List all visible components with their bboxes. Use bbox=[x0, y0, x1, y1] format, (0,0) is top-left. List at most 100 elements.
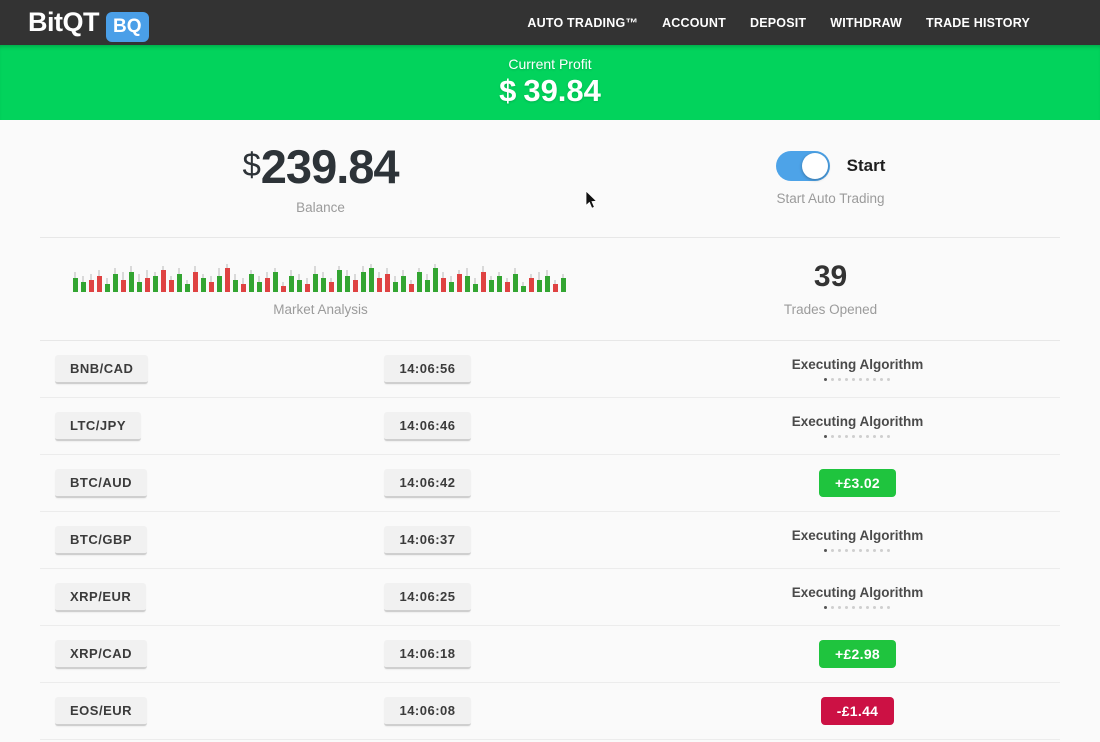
auto-trading-label: Start Auto Trading bbox=[776, 191, 884, 206]
candle bbox=[105, 278, 110, 292]
candle bbox=[417, 268, 422, 292]
candle bbox=[553, 280, 558, 292]
candle bbox=[521, 282, 526, 292]
auto-trading-toggle[interactable] bbox=[776, 151, 830, 181]
candle bbox=[473, 278, 478, 292]
candle bbox=[353, 274, 358, 292]
candle bbox=[241, 278, 246, 292]
trade-result-badge: +£3.02 bbox=[819, 469, 896, 497]
trades-opened-label: Trades Opened bbox=[784, 302, 877, 317]
balance-value: $ 239.84 bbox=[242, 143, 398, 190]
balance-section: $ 239.84 Balance bbox=[40, 120, 601, 237]
candle bbox=[489, 276, 494, 292]
trade-row: LTC/JPY 14:06:46 Executing Algorithm bbox=[40, 398, 1060, 455]
candle bbox=[345, 270, 350, 292]
nav-account[interactable]: ACCOUNT bbox=[662, 16, 726, 30]
executing-status: Executing Algorithm bbox=[792, 528, 924, 552]
candle bbox=[337, 266, 342, 292]
app-logo[interactable]: BitQT BQ bbox=[28, 7, 149, 38]
trade-time-chip: 14:06:25 bbox=[384, 583, 470, 612]
trades-opened-count: 39 bbox=[814, 262, 847, 292]
executing-label: Executing Algorithm bbox=[792, 585, 924, 600]
candle bbox=[449, 276, 454, 292]
candle bbox=[233, 274, 238, 292]
candle bbox=[185, 280, 190, 292]
candle bbox=[249, 270, 254, 292]
market-and-trades-row: Market Analysis 39 Trades Opened bbox=[40, 238, 1060, 341]
candle bbox=[329, 278, 334, 292]
main-nav: AUTO TRADING™ ACCOUNT DEPOSIT WITHDRAW T… bbox=[527, 16, 1030, 30]
candle bbox=[121, 272, 126, 292]
candle bbox=[385, 268, 390, 292]
candle bbox=[153, 272, 158, 292]
candle bbox=[481, 266, 486, 292]
candle bbox=[257, 276, 262, 292]
nav-deposit[interactable]: DEPOSIT bbox=[750, 16, 806, 30]
candle bbox=[113, 268, 118, 292]
current-profit-label: Current Profit bbox=[508, 56, 591, 72]
main-content: $ 239.84 Balance Start Start Auto Tradin… bbox=[0, 120, 1100, 740]
candle bbox=[545, 270, 550, 292]
trade-time-chip: 14:06:42 bbox=[384, 469, 470, 498]
balance-and-toggle-row: $ 239.84 Balance Start Start Auto Tradin… bbox=[40, 120, 1060, 238]
logo-badge-icon: BQ bbox=[106, 12, 149, 42]
candle bbox=[89, 274, 94, 292]
candle bbox=[217, 268, 222, 292]
loader-dots bbox=[792, 435, 924, 438]
candle bbox=[561, 274, 566, 292]
candle bbox=[409, 280, 414, 292]
candle bbox=[225, 264, 230, 292]
loader-dots bbox=[792, 606, 924, 609]
nav-auto-trading[interactable]: AUTO TRADING™ bbox=[527, 16, 638, 30]
currency-pair-chip: BTC/GBP bbox=[55, 526, 147, 555]
executing-label: Executing Algorithm bbox=[792, 528, 924, 543]
candle bbox=[321, 272, 326, 292]
nav-withdraw[interactable]: WITHDRAW bbox=[830, 16, 902, 30]
candle bbox=[81, 276, 86, 292]
candlestick-chart bbox=[73, 262, 569, 292]
candle bbox=[97, 270, 102, 292]
candle bbox=[377, 272, 382, 292]
candle bbox=[433, 264, 438, 292]
balance-amount: 239.84 bbox=[261, 143, 399, 190]
candle bbox=[529, 274, 534, 292]
nav-trade-history[interactable]: TRADE HISTORY bbox=[926, 16, 1030, 30]
trade-time-chip: 14:06:18 bbox=[384, 640, 470, 669]
trade-time-chip: 14:06:46 bbox=[384, 412, 470, 441]
trades-opened-section: 39 Trades Opened bbox=[601, 238, 1060, 340]
candle bbox=[73, 272, 78, 292]
candle bbox=[193, 266, 198, 292]
candle bbox=[273, 268, 278, 292]
candle bbox=[305, 278, 310, 292]
currency-symbol: $ bbox=[499, 73, 516, 109]
candle bbox=[137, 274, 142, 292]
trade-row: EOS/EUR 14:06:08 -£1.44 bbox=[40, 683, 1060, 740]
currency-pair-chip: BNB/CAD bbox=[55, 355, 148, 384]
current-profit-value: $ 39.84 bbox=[499, 73, 601, 109]
executing-label: Executing Algorithm bbox=[792, 357, 924, 372]
candle bbox=[289, 270, 294, 292]
candle bbox=[425, 274, 430, 292]
trades-table: BNB/CAD 14:06:56 Executing Algorithm LTC… bbox=[40, 341, 1060, 740]
trade-row: BTC/GBP 14:06:37 Executing Algorithm bbox=[40, 512, 1060, 569]
candle bbox=[465, 268, 470, 292]
candle bbox=[169, 276, 174, 292]
current-profit-banner: Current Profit $ 39.84 bbox=[0, 45, 1100, 120]
market-analysis-section: Market Analysis bbox=[40, 238, 601, 340]
auto-trading-section: Start Start Auto Trading bbox=[601, 120, 1060, 237]
candle bbox=[265, 272, 270, 292]
trade-result-badge: -£1.44 bbox=[821, 697, 895, 725]
trade-row: BTC/AUD 14:06:42 +£3.02 bbox=[40, 455, 1060, 512]
candle bbox=[161, 266, 166, 292]
candle bbox=[457, 270, 462, 292]
loader-dots bbox=[792, 549, 924, 552]
currency-pair-chip: BTC/AUD bbox=[55, 469, 147, 498]
loader-dots bbox=[792, 378, 924, 381]
trade-time-chip: 14:06:08 bbox=[384, 697, 470, 726]
market-analysis-label: Market Analysis bbox=[273, 302, 368, 317]
trade-row: XRP/EUR 14:06:25 Executing Algorithm bbox=[40, 569, 1060, 626]
candle bbox=[297, 274, 302, 292]
candle bbox=[313, 266, 318, 292]
candle bbox=[281, 282, 286, 292]
profit-amount: 39.84 bbox=[523, 73, 601, 109]
